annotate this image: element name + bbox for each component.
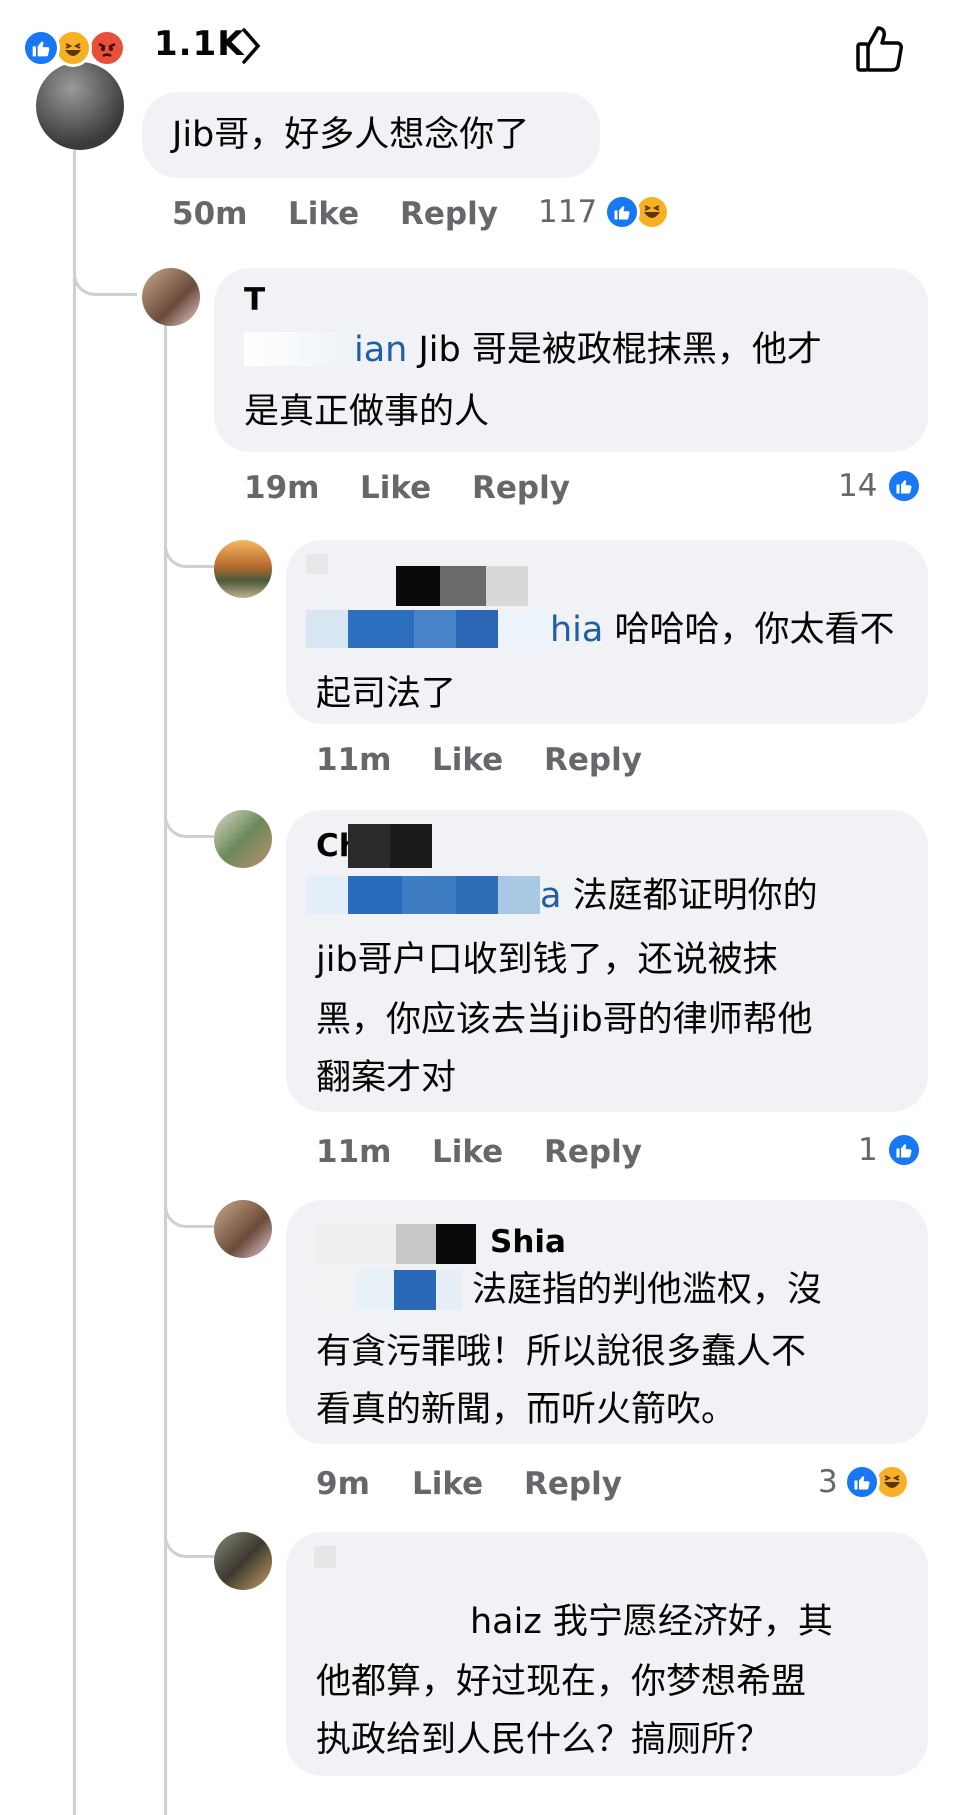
comment-time: 11m — [316, 1134, 392, 1170]
redacted-blur — [456, 610, 498, 648]
like-button[interactable]: Like — [360, 470, 431, 506]
redacted-blur — [348, 824, 390, 868]
comment-bubble: T ian Jib 哥是被政棍抹黑，他才 是真正做事的人 — [214, 268, 928, 452]
reaction-count: 1.1K — [154, 24, 245, 64]
thread-line — [73, 150, 76, 1815]
redacted-blur — [414, 610, 456, 648]
comment-text: 翻案才对 — [316, 1058, 457, 1098]
avatar[interactable] — [214, 1532, 272, 1590]
reply-button[interactable]: Reply — [400, 196, 498, 232]
redacted-blur — [440, 566, 486, 606]
redacted-blur — [390, 824, 432, 868]
like-icon — [844, 1464, 880, 1500]
redacted-blur — [306, 554, 328, 574]
reply-button[interactable]: Reply — [544, 742, 642, 778]
comment-text: 看真的新聞，而听火箭吹。 — [316, 1390, 737, 1430]
reply-button[interactable]: Reply — [472, 470, 570, 506]
redacted-blur — [314, 1546, 336, 1568]
comment-bubble: Jib哥，好多人想念你了 — [142, 92, 600, 178]
avatar[interactable] — [214, 810, 272, 868]
comment-time: 11m — [316, 742, 392, 778]
like-icon — [886, 468, 922, 504]
reply-button[interactable]: Reply — [524, 1466, 622, 1502]
avatar[interactable] — [36, 62, 124, 150]
like-outline-icon[interactable] — [854, 22, 906, 78]
redacted-blur — [306, 610, 348, 648]
thread-connector — [73, 230, 137, 296]
redacted-blur — [314, 1270, 354, 1310]
comment-text: 是真正做事的人 — [244, 392, 490, 432]
comment-time: 19m — [244, 470, 320, 506]
mention-link[interactable]: a — [540, 876, 561, 916]
like-button[interactable]: Like — [288, 196, 359, 232]
comment-reaction-count: 1 — [858, 1132, 878, 1168]
comment-text: haiz 我宁愿经济好，其 — [470, 1602, 833, 1642]
comment-bubble: Shia 法庭指的判他滥权，沒 有貪污罪哦！所以說很多蠢人不 看真的新聞，而听火… — [286, 1200, 928, 1444]
redacted-blur — [396, 1224, 436, 1264]
redacted-blur — [498, 876, 540, 914]
redacted-blur — [348, 610, 414, 648]
comment-text: hia 哈哈哈，你太看不 — [550, 610, 895, 650]
comment-bubble: hia 哈哈哈，你太看不 起司法了 — [286, 540, 928, 724]
thread-connector — [164, 510, 214, 568]
like-icon — [604, 194, 640, 230]
comment-text: Jib哥，好多人想念你了 — [172, 115, 530, 155]
like-button[interactable]: Like — [432, 742, 503, 778]
thread-connector — [164, 1170, 214, 1228]
redacted-blur — [456, 876, 498, 914]
thread-connector — [164, 1500, 214, 1558]
comment-text: jib哥户口收到钱了，还说被抹 — [316, 940, 778, 980]
redacted-blur — [348, 876, 402, 914]
redacted-blur — [436, 1270, 462, 1310]
comment-text: ian Jib 哥是被政棍抹黑，他才 — [244, 318, 822, 382]
avatar[interactable] — [214, 540, 272, 598]
redacted-blur — [436, 1224, 476, 1264]
reactions-bar[interactable]: 1.1K — [0, 0, 960, 96]
comment-text: 他都算，好过现在，你梦想希盟 — [316, 1662, 807, 1702]
comment-bubble: Ch a 法庭都证明你的 jib哥户口收到钱了，还说被抹 黑，你应该去当jib哥… — [286, 810, 928, 1112]
comment-text: a 法庭都证明你的 — [540, 876, 818, 916]
chevron-right-icon[interactable] — [238, 26, 264, 70]
redacted-blur — [314, 1224, 396, 1264]
commenter-name[interactable]: Shia — [490, 1224, 566, 1260]
comment-reaction-count: 14 — [838, 468, 878, 504]
thread-connector — [164, 780, 214, 838]
redacted-blur — [244, 332, 354, 366]
angry-icon — [88, 29, 126, 67]
like-button[interactable]: Like — [432, 1134, 503, 1170]
comment-time: 50m — [172, 196, 248, 232]
comment-reaction-count: 117 — [538, 194, 598, 230]
redacted-blur — [394, 1270, 436, 1310]
avatar[interactable] — [214, 1200, 272, 1258]
comment-time: 9m — [316, 1466, 370, 1502]
comment-text: 黑，你应该去当jib哥的律师帮他 — [316, 1000, 813, 1040]
redacted-blur — [396, 566, 440, 606]
comment-bubble: haiz 我宁愿经济好，其 他都算，好过现在，你梦想希盟 执政给到人民什么？搞厕… — [286, 1532, 928, 1776]
comment-text: 执政给到人民什么？搞厕所？ — [316, 1720, 772, 1760]
like-button[interactable]: Like — [412, 1466, 483, 1502]
redacted-blur — [402, 876, 456, 914]
avatar[interactable] — [142, 268, 200, 326]
like-icon — [886, 1132, 922, 1168]
mention-link[interactable]: ian — [354, 330, 407, 370]
comment-text: 起司法了 — [316, 674, 457, 714]
commenter-name[interactable]: T — [244, 282, 265, 318]
comment-reaction-count: 3 — [818, 1464, 838, 1500]
comment-text: 有貪污罪哦！所以說很多蠢人不 — [316, 1332, 807, 1372]
reply-button[interactable]: Reply — [544, 1134, 642, 1170]
redacted-blur — [306, 876, 348, 914]
like-icon — [22, 29, 60, 67]
redacted-blur — [354, 1270, 394, 1310]
comment-text: 法庭指的判他滥权，沒 — [472, 1270, 823, 1310]
mention-link[interactable]: hia — [550, 610, 603, 650]
